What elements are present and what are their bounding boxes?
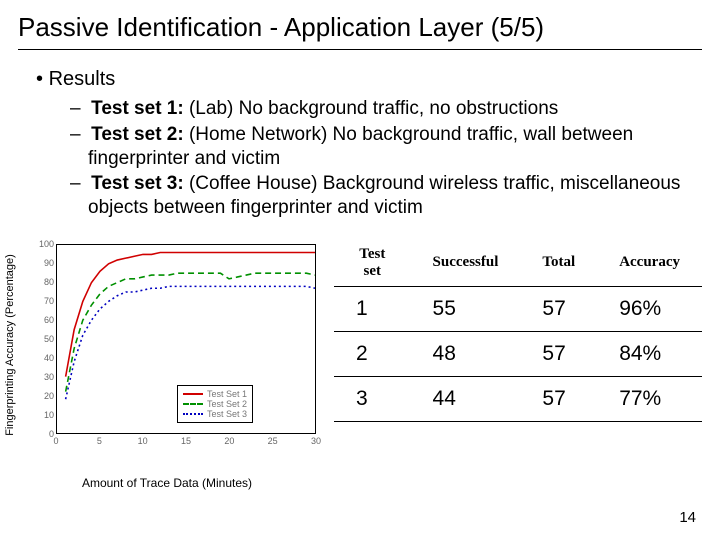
chart-series-line xyxy=(66,252,315,376)
table-header: Test set xyxy=(334,240,411,287)
test-set-2-desc: – Test set 2: (Home Network) No backgrou… xyxy=(70,123,702,171)
chart-x-axis-label: Amount of Trace Data (Minutes) xyxy=(18,476,316,490)
table-header: Accuracy xyxy=(597,240,702,287)
table-row: 2485784% xyxy=(334,331,702,376)
results-heading: • Results xyxy=(36,68,702,91)
test-set-1-desc: – Test set 1: (Lab) No background traffi… xyxy=(70,97,702,121)
chart-y-axis-label: Fingerprinting Accuracy (Percentage) xyxy=(4,254,16,436)
chart-legend: Test Set 1 Test Set 2 Test Set 3 xyxy=(177,385,253,423)
chart-series-line xyxy=(66,273,315,391)
table-row: 3445777% xyxy=(334,376,702,421)
accuracy-chart: Fingerprinting Accuracy (Percentage) 010… xyxy=(18,240,316,490)
page-number: 14 xyxy=(679,509,696,526)
test-set-3-desc: – Test set 3: (Coffee House) Background … xyxy=(70,172,702,220)
table-header: Total xyxy=(520,240,597,287)
slide-title: Passive Identification - Application Lay… xyxy=(18,12,702,50)
table-header: Successful xyxy=(411,240,521,287)
chart-series-line xyxy=(66,286,315,399)
table-row: 1555796% xyxy=(334,286,702,331)
results-table: Test setSuccessfulTotalAccuracy 1555796%… xyxy=(334,240,702,422)
